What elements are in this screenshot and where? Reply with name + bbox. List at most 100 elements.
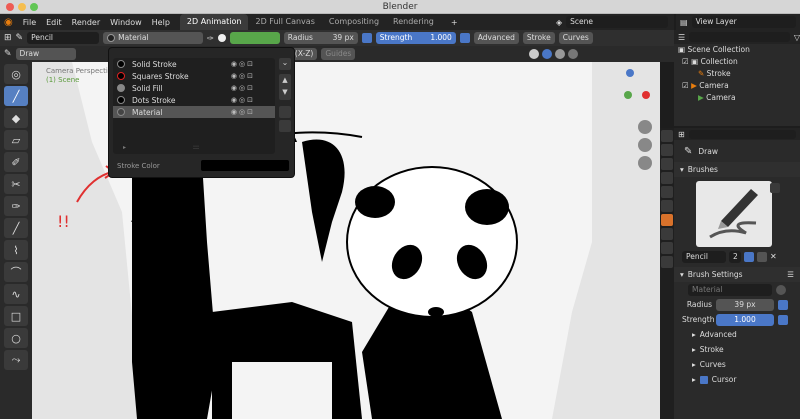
color-mode-icon[interactable] [217, 34, 226, 42]
brush-preview[interactable] [674, 177, 800, 249]
advanced-dropdown[interactable]: Advanced [473, 32, 519, 44]
eyedropper-icon[interactable]: ✑ [207, 34, 214, 43]
material-visibility-icons[interactable]: ◉◎⊡ [231, 84, 255, 92]
material-lock-icon[interactable] [279, 120, 291, 132]
interpolate-tool-icon[interactable]: ⤳ [4, 350, 28, 370]
outliner-search[interactable] [689, 32, 790, 42]
brush-name-field[interactable]: Pencil [27, 32, 100, 44]
render-tab-icon[interactable] [661, 144, 673, 156]
menu-render[interactable]: Render [72, 18, 100, 27]
material-shading-icon[interactable] [555, 49, 566, 59]
properties-editor-icon[interactable]: ⊞ [678, 130, 685, 139]
unlink-brush-icon[interactable]: ✕ [770, 252, 777, 261]
polyline-tool-icon[interactable]: ⌇ [4, 240, 28, 260]
view-layer-tab-icon[interactable] [661, 172, 673, 184]
cursor-subpanel[interactable]: ▸ Cursor [674, 372, 800, 387]
menu-window[interactable]: Window [110, 18, 142, 27]
material-dropdown[interactable]: Material [103, 32, 204, 44]
tool-tab-icon[interactable] [661, 130, 673, 142]
menu-help[interactable]: Help [152, 18, 170, 27]
fill-tool-icon[interactable]: ◆ [4, 108, 28, 128]
radius-field[interactable]: Radius 39 px [283, 32, 358, 44]
material-tab-icon[interactable] [661, 256, 673, 268]
advanced-subpanel[interactable]: ▸ Advanced [674, 327, 800, 342]
menu-edit[interactable]: Edit [46, 18, 62, 27]
material-item-dots-stroke[interactable]: Dots Stroke ◉◎⊡ [113, 94, 275, 106]
solid-shading-icon[interactable] [542, 49, 553, 59]
strength-field[interactable]: Strength 1.000 [375, 32, 456, 44]
list-options-icon[interactable]: ☰ [787, 270, 794, 279]
stroke-color-swatch[interactable] [201, 160, 289, 171]
circle-tool-icon[interactable]: ○ [4, 328, 28, 348]
brush-list-button[interactable] [770, 183, 780, 193]
rendered-shading-icon[interactable] [568, 49, 579, 59]
vertex-color-field[interactable] [229, 32, 280, 44]
list-expand-icon[interactable]: ▸ [123, 144, 126, 151]
tint-tool-icon[interactable]: ✐ [4, 152, 28, 172]
modifier-tab-icon[interactable] [661, 228, 673, 240]
cutter-tool-icon[interactable]: ✂ [4, 174, 28, 194]
data-tab-icon[interactable] [661, 242, 673, 254]
pin-material-icon[interactable] [776, 284, 786, 295]
arc-tool-icon[interactable]: ⌒ [4, 262, 28, 282]
box-tool-icon[interactable]: □ [4, 306, 28, 326]
scene-field[interactable]: Scene [566, 16, 668, 28]
radius-pressure-toggle[interactable] [361, 33, 372, 43]
navigation-gizmo[interactable] [620, 67, 656, 117]
tab-compositing[interactable]: Compositing [322, 14, 386, 30]
material-visibility-icons[interactable]: ◉◎⊡ [231, 108, 255, 116]
brush-users-count[interactable]: 2 [729, 250, 741, 263]
material-move-buttons[interactable]: ▲ ▼ [279, 74, 291, 100]
material-item-solid-fill[interactable]: Solid Fill ◉◎⊡ [113, 82, 275, 94]
mode-dropdown[interactable]: Draw [15, 48, 76, 60]
output-tab-icon[interactable] [661, 158, 673, 170]
maximize-window-button[interactable] [30, 3, 38, 11]
brush-settings-section-header[interactable]: ▾ Brush Settings ☰ [674, 267, 800, 282]
material-options-chevron[interactable]: ⌄ [279, 58, 291, 70]
filter-icon[interactable]: ▽ [794, 33, 800, 42]
material-item-squares-stroke[interactable]: Squares Stroke ◉◎⊡ [113, 70, 275, 82]
strength-pressure-icon[interactable] [778, 314, 788, 325]
outliner-scene-collection[interactable]: ▣ Scene Collection [674, 44, 800, 56]
draw-tool-icon[interactable]: ╱ [4, 86, 28, 106]
radius-pressure-icon[interactable] [778, 299, 788, 310]
cursor-checkbox[interactable] [699, 375, 708, 384]
gizmo-y-axis[interactable] [624, 91, 632, 99]
pan-icon[interactable] [638, 138, 652, 152]
brushes-section-header[interactable]: ▾ Brushes [674, 162, 800, 177]
erase-tool-icon[interactable]: ▱ [4, 130, 28, 150]
eyedropper-tool-icon[interactable]: ✑ [4, 196, 28, 216]
menu-file[interactable]: File [23, 18, 36, 27]
list-resize-handle[interactable]: ::: [193, 144, 199, 151]
scene-selector[interactable]: ◈ Scene [556, 16, 668, 28]
radius-value-field[interactable]: 39 px [716, 298, 774, 311]
material-visibility-icons[interactable]: ◉◎⊡ [231, 96, 255, 104]
editor-type-icon[interactable]: ⊞ [4, 33, 12, 43]
outliner-editor-icon[interactable]: ☰ [678, 33, 685, 42]
wireframe-shading-icon[interactable] [529, 49, 540, 59]
zoom-icon[interactable] [638, 120, 652, 134]
properties-search[interactable] [688, 129, 796, 139]
material-item-material[interactable]: Material ◉◎⊡ [113, 106, 275, 118]
curves-subpanel[interactable]: ▸ Curves [674, 357, 800, 372]
line-tool-icon[interactable]: ╱ [4, 218, 28, 238]
strength-value-field[interactable]: 1.000 [716, 313, 774, 326]
brush-material-field[interactable]: Material [688, 283, 772, 296]
minimize-window-button[interactable] [18, 3, 26, 11]
scene-tab-icon[interactable] [661, 186, 673, 198]
tab-rendering[interactable]: Rendering [386, 14, 441, 30]
brush-name-field[interactable]: Pencil [682, 250, 726, 263]
checkbox-icon[interactable]: ☑ [682, 81, 691, 90]
curve-tool-icon[interactable]: ∿ [4, 284, 28, 304]
camera-view-icon[interactable] [638, 156, 652, 170]
material-visibility-icons[interactable]: ◉◎⊡ [231, 72, 255, 80]
view-layer-field[interactable]: View Layer [691, 16, 796, 28]
world-tab-icon[interactable] [661, 200, 673, 212]
outliner-stroke[interactable]: ✎ Stroke [674, 68, 800, 80]
outliner-collection[interactable]: ☑ ▣ Collection [674, 56, 800, 68]
material-visibility-icons[interactable]: ◉◎⊡ [231, 60, 255, 68]
material-isolate-icon[interactable] [279, 106, 291, 118]
tab-2d-animation[interactable]: 2D Animation [179, 14, 249, 30]
brush-thumbnail[interactable] [696, 181, 772, 247]
stroke-dropdown[interactable]: Stroke [522, 32, 555, 44]
